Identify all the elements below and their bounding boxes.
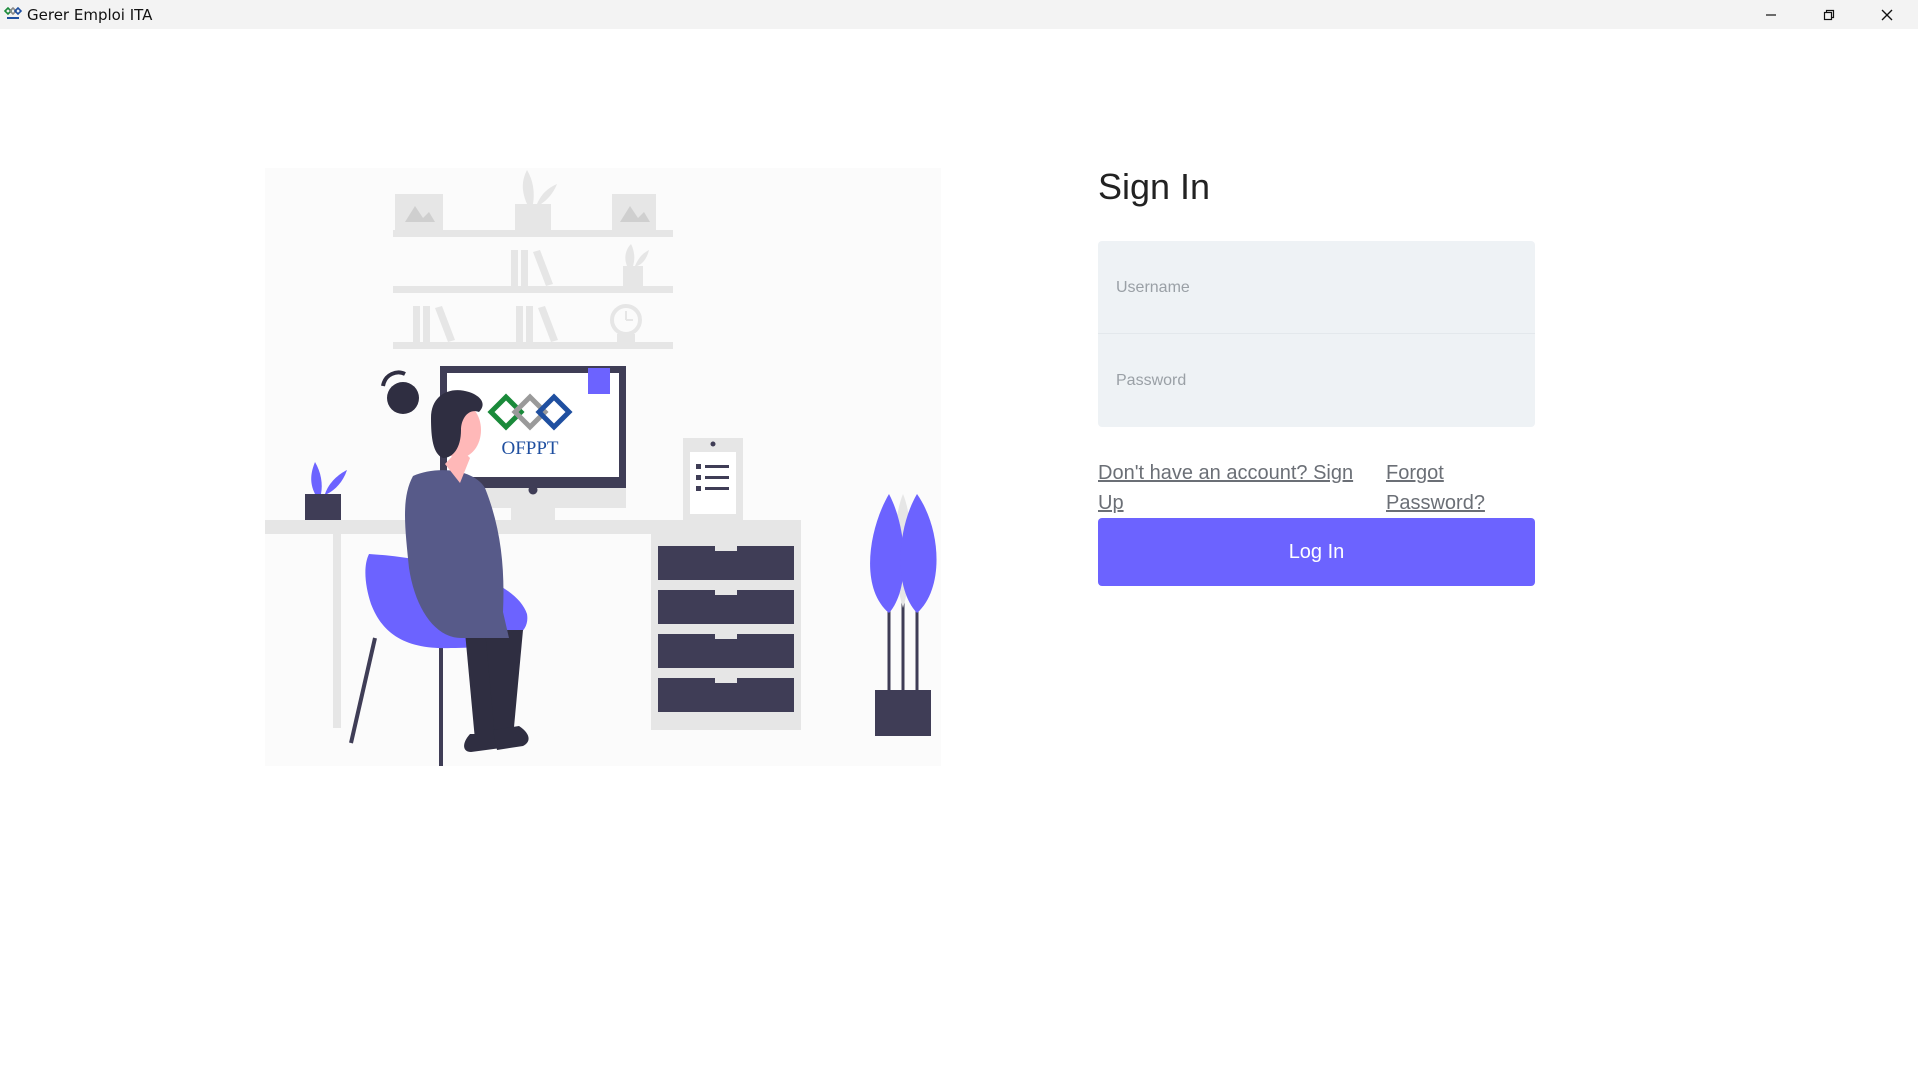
app-logo-icon xyxy=(3,6,23,19)
restore-icon xyxy=(1823,9,1835,20)
signin-heading: Sign In xyxy=(1098,166,1211,207)
desk-leg xyxy=(333,534,341,728)
desk-top xyxy=(265,520,801,534)
signup-link[interactable]: Don't have an account? Sign Up xyxy=(1098,458,1368,518)
clipboard xyxy=(683,438,743,520)
drawer-cabinet xyxy=(651,534,801,730)
close-button[interactable] xyxy=(1858,0,1916,29)
restore-button[interactable] xyxy=(1800,0,1858,29)
credentials-box xyxy=(1098,241,1535,427)
password-input[interactable] xyxy=(1098,334,1535,427)
login-button[interactable]: Log In xyxy=(1098,518,1535,586)
minimize-button[interactable] xyxy=(1742,0,1800,29)
window-title: Gerer Emploi ITA xyxy=(27,6,153,24)
close-icon xyxy=(1881,9,1893,20)
forgot-password-link[interactable]: Forgot Password? xyxy=(1386,458,1496,518)
username-input[interactable] xyxy=(1098,241,1535,334)
window-titlebar: Gerer Emploi ITA xyxy=(0,0,1918,29)
minimize-icon xyxy=(1766,13,1776,16)
workspace-illustration: OFPPT xyxy=(265,168,941,766)
monitor-logo-text: OFPPT xyxy=(501,438,558,459)
